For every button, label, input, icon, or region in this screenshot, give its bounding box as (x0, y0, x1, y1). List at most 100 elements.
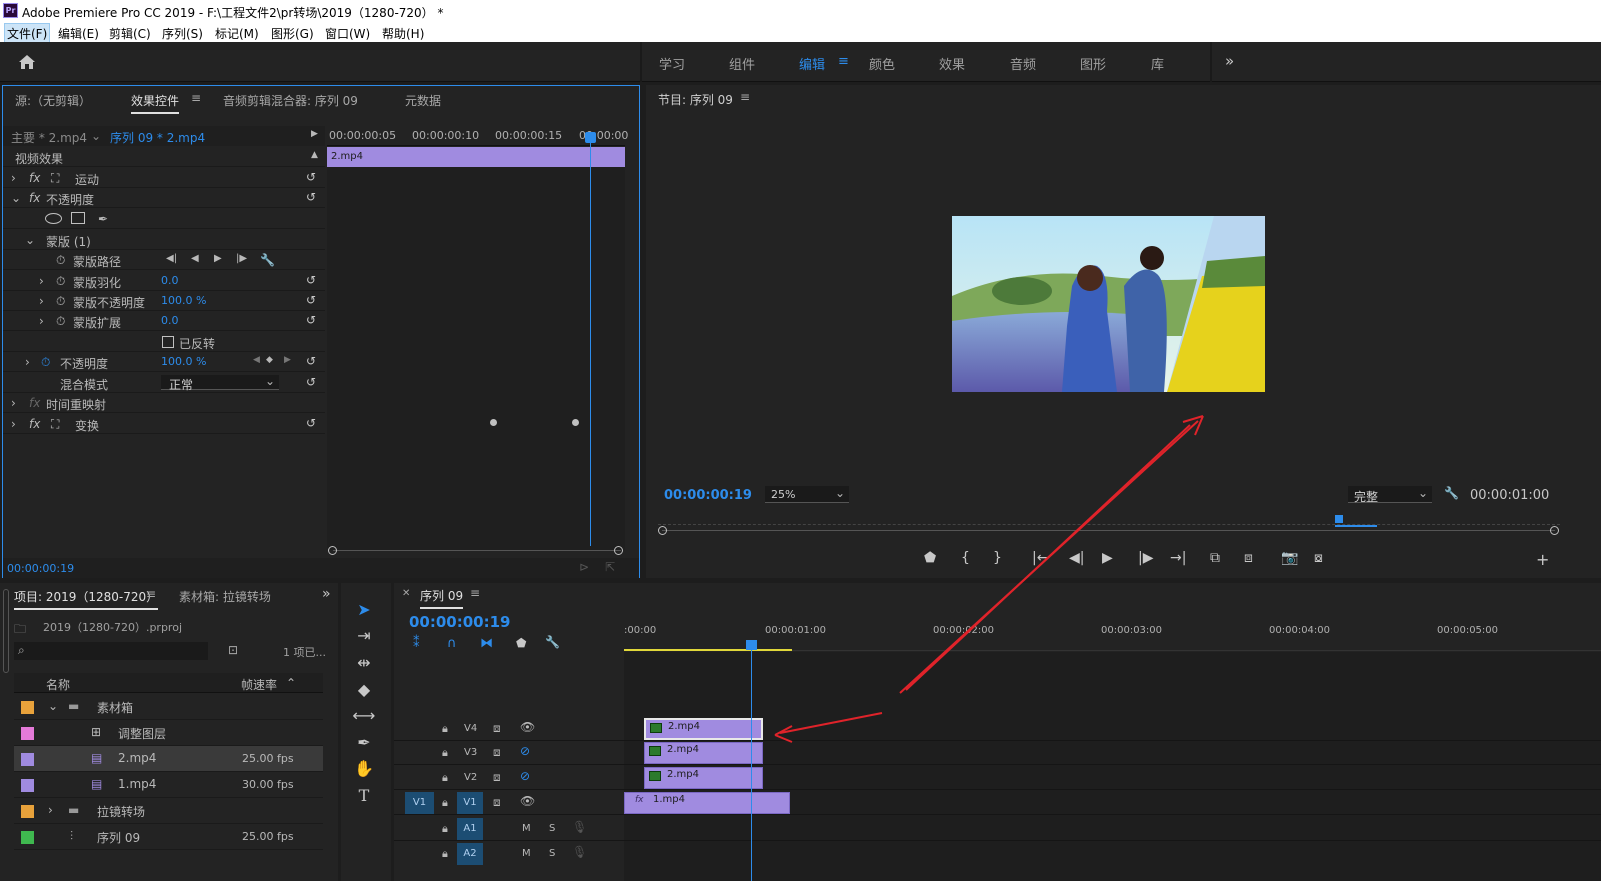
step-forward-icon[interactable]: |▶ (1138, 550, 1153, 566)
menu-graphics[interactable]: 图形(G) (271, 25, 314, 42)
track-label[interactable]: V3 (464, 747, 477, 758)
track-label[interactable]: V2 (464, 772, 477, 783)
wrench-icon[interactable]: 🔧 (260, 253, 275, 267)
compare-view-icon[interactable]: ⧇ (1314, 550, 1323, 566)
expand-icon[interactable]: › (39, 314, 44, 328)
menu-help[interactable]: 帮助(H) (382, 25, 424, 42)
program-video-frame[interactable] (952, 216, 1265, 392)
fx-icon[interactable]: fx (29, 171, 40, 185)
add-keyframe-icon[interactable]: ◆ (266, 355, 273, 365)
lock-icon[interactable]: 🔒︎ (442, 822, 448, 836)
property-value[interactable]: 0.0 (161, 274, 179, 287)
reset-icon[interactable]: ↺ (306, 190, 320, 204)
list-item[interactable]: ⫶ 序列 09 25.00 fps (14, 824, 323, 850)
tab-metadata[interactable]: 元数据 (405, 92, 441, 109)
master-clip-label[interactable]: 主要 * 2.mp4 (11, 129, 87, 146)
close-tab-icon[interactable]: ✕ (402, 588, 410, 599)
stopwatch-icon[interactable]: ⏱ (56, 314, 65, 329)
linked-selection-icon[interactable]: ⧓ (480, 636, 493, 651)
label-swatch[interactable] (21, 727, 34, 740)
chevron-down-icon[interactable]: ⌄ (91, 129, 101, 143)
track-label[interactable]: A1 (457, 818, 483, 840)
expand-icon[interactable]: › (11, 396, 16, 410)
reset-icon[interactable]: ↺ (306, 375, 320, 389)
label-swatch[interactable] (21, 779, 34, 792)
fx-icon[interactable]: fx (29, 191, 40, 205)
list-item-selected[interactable]: ▤ 2.mp4 25.00 fps (14, 746, 323, 772)
workspace-assembly[interactable]: 组件 (729, 54, 755, 73)
menu-edit[interactable]: 编辑(E) (58, 25, 99, 42)
stopwatch-icon[interactable]: ⏱ (56, 294, 65, 309)
effect-motion[interactable]: › fx ⛶ 运动 ↺ (3, 168, 325, 188)
track-label[interactable]: V4 (464, 723, 477, 734)
workspace-effects[interactable]: 效果 (939, 54, 965, 73)
hand-tool-icon[interactable]: ✋ (352, 757, 376, 781)
program-ruler[interactable] (658, 513, 1560, 525)
track-forward-icon[interactable]: |▶ (236, 253, 247, 264)
reset-icon[interactable]: ↺ (306, 313, 320, 327)
sync-lock-icon[interactable]: ⧈ (493, 770, 501, 785)
timeline-playhead-handle[interactable] (746, 640, 757, 650)
add-button-icon[interactable]: + (1536, 550, 1549, 569)
export-icon[interactable]: ⇱ (605, 560, 615, 574)
reset-icon[interactable]: ↺ (306, 273, 320, 287)
timecode[interactable]: 00:00:00:19 (7, 562, 74, 575)
property-value[interactable]: 100.0 % (161, 355, 206, 368)
zoom-scrollbar[interactable] (333, 550, 621, 551)
track-select-tool-icon[interactable]: ⇥ (352, 624, 376, 648)
expand-icon[interactable]: › (39, 294, 44, 308)
menu-marker[interactable]: 标记(M) (215, 25, 259, 42)
keyframe-prev-icon[interactable]: ◀ (253, 355, 260, 365)
reset-icon[interactable]: ↺ (306, 416, 320, 430)
stopwatch-active-icon[interactable]: ⏱ (41, 355, 50, 370)
mask-row[interactable]: ⌄ 蒙版 (1) (3, 230, 325, 250)
pen-tool-icon[interactable]: ✒ (352, 731, 376, 755)
menu-sequence[interactable]: 序列(S) (162, 25, 203, 42)
effect-transform[interactable]: › fx ⛶ 变换 ↺ (3, 414, 325, 434)
sync-lock-icon[interactable]: ⧈ (493, 745, 501, 760)
eye-icon[interactable]: 👁︎ (520, 794, 535, 808)
program-scrollbar[interactable] (662, 530, 1555, 531)
workspace-graphics[interactable]: 图形 (1080, 54, 1106, 73)
expand-icon[interactable]: › (11, 171, 16, 185)
timeline-ruler[interactable]: :00:00 00:00:01:00 00:00:02:00 00:00:03:… (624, 623, 1601, 651)
track-label[interactable]: A2 (457, 843, 483, 865)
mark-in-icon[interactable]: { (961, 550, 970, 566)
lock-icon[interactable]: 🔒︎ (442, 746, 448, 760)
tab-project[interactable]: 项目: 2019（1280-720） (14, 588, 159, 610)
reset-icon[interactable]: ↺ (306, 293, 320, 307)
timeline-clip-v3[interactable]: 2.mp4 (644, 742, 763, 764)
filter-icon[interactable]: ⊳ (579, 560, 589, 574)
expand-icon[interactable]: › (48, 803, 53, 817)
step-backward-icon[interactable]: ◀ (191, 253, 199, 264)
sort-up-icon[interactable]: ⌃ (286, 676, 296, 690)
sync-lock-icon[interactable]: ⧈ (493, 795, 501, 810)
new-bin-icon[interactable]: ⊡ (228, 643, 238, 657)
mute-button[interactable]: M (522, 823, 531, 834)
solo-button[interactable]: S (549, 848, 555, 859)
timeline-clip-v4[interactable]: 2.mp4 (644, 718, 763, 740)
mute-button[interactable]: M (522, 848, 531, 859)
panel-menu-icon[interactable]: ≡ (191, 91, 201, 105)
more-panels-icon[interactable]: » (322, 586, 331, 602)
time-remap-row[interactable]: › fx 时间重映射 (3, 393, 325, 413)
workspace-color[interactable]: 颜色 (869, 54, 895, 73)
expand-icon[interactable]: › (11, 417, 16, 431)
wrench-icon[interactable]: 🔧 (1444, 486, 1459, 500)
slip-tool-icon[interactable]: ⟷ (352, 704, 376, 728)
expand-icon[interactable]: › (39, 274, 44, 288)
lock-icon[interactable]: 🔒︎ (442, 722, 448, 736)
panel-menu-icon[interactable]: ≡ (740, 90, 750, 104)
panel-scrollbar[interactable] (3, 589, 9, 673)
mark-out-icon[interactable]: } (993, 550, 1002, 566)
label-swatch[interactable] (21, 753, 34, 766)
reset-icon[interactable]: ↺ (306, 170, 320, 184)
effect-opacity[interactable]: ⌄ fx 不透明度 ↺ (3, 188, 325, 208)
collapse-icon[interactable]: ▲ (311, 150, 318, 160)
track-backward-icon[interactable]: ◀| (166, 253, 177, 264)
home-icon[interactable] (18, 54, 36, 70)
pen-mask-icon[interactable]: ✒ (98, 212, 108, 226)
effect-clip-bar[interactable]: 2.mp4 (327, 147, 625, 167)
list-item[interactable]: › ▬ 拉镜转场 (14, 798, 323, 824)
lock-icon[interactable]: 🔒︎ (442, 796, 448, 810)
